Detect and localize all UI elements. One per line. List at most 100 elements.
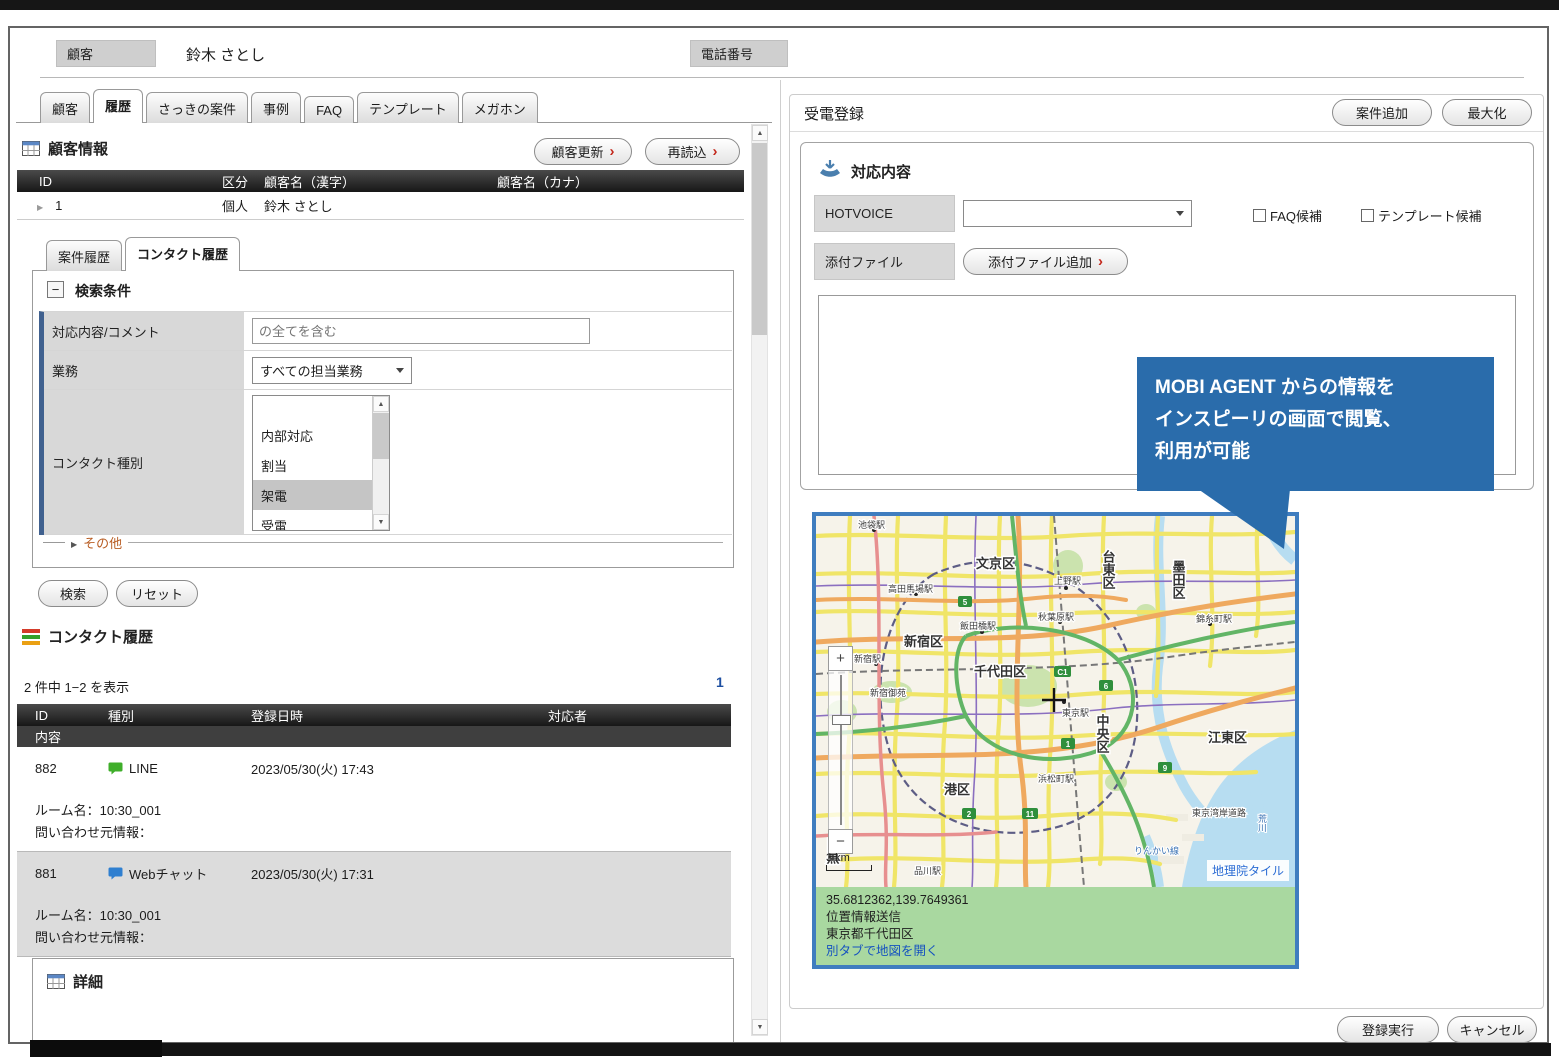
svg-text:りんかい線: りんかい線 — [1134, 845, 1179, 856]
page-number[interactable]: 1 — [716, 674, 724, 690]
open-map-link[interactable]: 別タブで地図を開く — [826, 943, 1285, 960]
tab-customer[interactable]: 顧客 — [40, 92, 90, 123]
tab-recent-case[interactable]: さっきの案件 — [146, 92, 248, 123]
tab-case-history[interactable]: 案件履歴 — [46, 240, 122, 271]
svg-text:中央区: 中央区 — [1095, 713, 1110, 754]
app-window: 顧客 鈴木 さとし 電話番号 顧客 履歴 さっきの案件 事例 FAQ テンプレー… — [8, 26, 1549, 1044]
svg-text:墨田区: 墨田区 — [1171, 560, 1186, 600]
customer-update-button[interactable]: 顧客更新 — [534, 138, 632, 165]
listbox-option-inbound[interactable]: 受電 — [253, 510, 389, 531]
customer-row[interactable]: 1 個人 鈴木 さとし — [17, 192, 744, 220]
svg-text:品川駅: 品川駅 — [914, 866, 941, 876]
svg-text:11: 11 — [1026, 810, 1035, 819]
header-underline — [40, 77, 1524, 78]
window-bottom-bar — [30, 1043, 1551, 1056]
submit-button[interactable]: 登録実行 — [1337, 1016, 1439, 1043]
table-row[interactable]: 881 Webチャット 2023/05/30(火) 17:31 ルーム名：10:… — [17, 852, 731, 957]
window-top-bar — [0, 0, 1559, 10]
scrollbar-thumb[interactable] — [752, 143, 767, 335]
detail-heading: 詳細 — [47, 971, 103, 992]
customer-table-header: ID 区分 顧客名（漢字） 顧客名（カナ） — [17, 170, 744, 192]
col-agent: 対応者 — [540, 706, 731, 725]
listbox-blank-option[interactable] — [253, 396, 389, 420]
scroll-up-icon[interactable] — [373, 396, 389, 412]
zoom-control[interactable]: + − — [828, 646, 853, 854]
add-case-button[interactable]: 案件追加 — [1332, 99, 1432, 126]
scrollbar-thumb[interactable] — [373, 413, 389, 459]
svg-text:錦糸町駅: 錦糸町駅 — [1196, 613, 1232, 624]
response-heading: 対応内容 — [817, 159, 911, 183]
map-canvas[interactable]: C1 5 6 9 11 1 2 文京区 台東区 — [816, 516, 1295, 887]
location-address: 東京都千代田区 — [826, 926, 1285, 943]
contact-history-heading: コンタクト履歴 — [22, 626, 153, 647]
right-panel-divider — [790, 131, 1543, 132]
other-conditions-toggle[interactable]: その他 — [43, 533, 723, 552]
svg-text:秋葉原駅: 秋葉原駅 — [1038, 611, 1074, 622]
left-panel-scrollbar[interactable] — [751, 124, 768, 1036]
listbox-option-internal[interactable]: 内部対応 — [253, 420, 389, 450]
location-send-label: 位置情報送信 — [826, 909, 1285, 926]
scroll-up-icon[interactable] — [752, 125, 768, 141]
col-datetime: 登録日時 — [243, 706, 540, 725]
web-chat-icon — [108, 867, 123, 880]
svg-text:荒川: 荒川 — [1257, 814, 1267, 832]
divider-line — [128, 542, 723, 543]
search-button[interactable]: 検索 — [38, 580, 108, 607]
other-label[interactable]: その他 — [83, 533, 122, 552]
tab-history[interactable]: 履歴 — [93, 89, 143, 123]
customer-info-heading: 顧客情報 — [22, 138, 108, 159]
row-expander-icon[interactable] — [37, 198, 43, 213]
svg-text:浜松町駅: 浜松町駅 — [1038, 773, 1074, 784]
svg-text:上野駅: 上野駅 — [1054, 576, 1081, 586]
scroll-down-icon[interactable] — [752, 1019, 768, 1035]
template-candidate-checkbox[interactable]: テンプレート候補 — [1361, 206, 1482, 225]
cancel-button[interactable]: キャンセル — [1447, 1016, 1537, 1043]
col-kana: 顧客名（カナ） — [497, 172, 744, 191]
listbox-option-assign[interactable]: 割当 — [253, 450, 389, 480]
maximize-button[interactable]: 最大化 — [1442, 99, 1532, 126]
contact-type-listbox[interactable]: 内部対応 割当 架電 受電 — [252, 395, 390, 531]
listbox-scrollbar[interactable] — [372, 396, 389, 530]
svg-text:新宿駅: 新宿駅 — [854, 653, 881, 664]
table-row[interactable]: 882 LINE 2023/05/30(火) 17:43 ルーム名：10:30_… — [17, 747, 731, 852]
reload-button[interactable]: 再読込 — [645, 138, 740, 165]
table-icon — [47, 974, 65, 989]
faq-candidate-checkbox[interactable]: FAQ候補 — [1253, 206, 1322, 225]
tab-faq[interactable]: FAQ — [304, 96, 354, 123]
svg-text:文京区: 文京区 — [976, 556, 1015, 571]
tab-megaphone[interactable]: メガホン — [462, 92, 538, 123]
svg-text:2: 2 — [967, 810, 972, 819]
col-id: ID — [17, 708, 100, 723]
svg-text:台東区: 台東区 — [1101, 549, 1116, 590]
tab-case-examples[interactable]: 事例 — [251, 92, 301, 123]
comment-input[interactable] — [252, 318, 590, 344]
reset-button[interactable]: リセット — [116, 580, 198, 607]
zoom-in-button[interactable]: + — [828, 646, 853, 671]
svg-text:東京湾岸道路: 東京湾岸道路 — [1192, 807, 1246, 818]
tab-template[interactable]: テンプレート — [357, 92, 459, 123]
scroll-down-icon[interactable] — [373, 514, 389, 530]
hotvoice-select[interactable] — [963, 200, 1192, 227]
map-tile-credit-link[interactable]: 地理院タイル — [1207, 860, 1289, 881]
listbox-option-outbound[interactable]: 架電 — [253, 480, 389, 510]
collapse-button[interactable]: − — [47, 281, 64, 298]
contact-history-table: ID 種別 登録日時 対応者 内容 882 LINE 2023/05/30(火)… — [17, 704, 731, 957]
svg-text:高田馬場駅: 高田馬場駅 — [888, 583, 933, 594]
col-kubun: 区分 — [222, 172, 264, 191]
checkbox-icon[interactable] — [1361, 209, 1374, 222]
tab-contact-history[interactable]: コンタクト履歴 — [125, 237, 240, 271]
zoom-slider[interactable] — [828, 671, 853, 829]
zoom-slider-handle[interactable] — [832, 715, 851, 725]
checkbox-icon[interactable] — [1253, 209, 1266, 222]
zoom-out-button[interactable]: − — [828, 829, 853, 854]
search-form: 対応内容/コメント 業務 すべての担当業務 コンタクト種別 — [39, 311, 732, 535]
job-select[interactable]: すべての担当業務 — [252, 357, 412, 384]
location-info-bar: 35.6812362,139.7649361 位置情報送信 東京都千代田区 別タ… — [816, 887, 1295, 965]
comment-label: 対応内容/コメント — [44, 312, 244, 350]
detail-panel: 詳細 — [32, 958, 734, 1042]
attachment-label: 添付ファイル — [814, 243, 955, 280]
add-attachment-button[interactable]: 添付ファイル追加 — [963, 248, 1128, 275]
map-widget[interactable]: C1 5 6 9 11 1 2 文京区 台東区 — [812, 512, 1299, 969]
col-type: 種別 — [100, 706, 243, 725]
contact-type-label: コンタクト種別 — [44, 390, 244, 534]
